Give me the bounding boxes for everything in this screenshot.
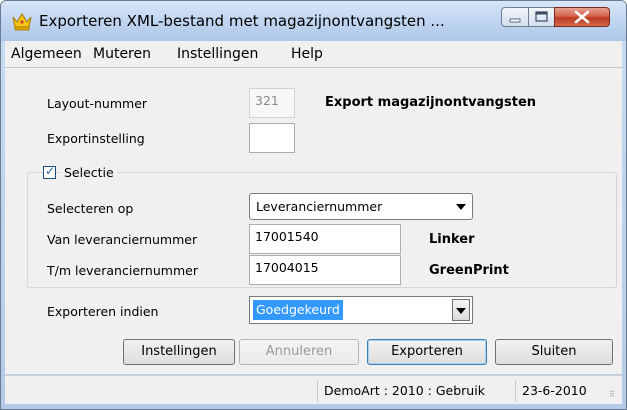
chevron-down-icon [456, 204, 466, 210]
menu-bar: Algemeen Muteren Instellingen Help [5, 41, 622, 68]
checkmark-icon: ✓ [45, 164, 56, 178]
from-supplier-label: Van leveranciernummer [47, 232, 198, 247]
close-window-button[interactable] [554, 7, 610, 27]
status-bar: DemoArt : 2010 : Gebruik 23-6-2010 ⠿ [5, 375, 622, 404]
menu-algemeen[interactable]: Algemeen [11, 46, 82, 62]
minimize-icon [509, 18, 521, 23]
select-on-value: Leveranciernummer [256, 199, 383, 214]
maximize-button[interactable] [528, 7, 555, 27]
export-if-dropdown[interactable]: Goedgekeurd [249, 296, 473, 324]
cancel-button[interactable]: Annuleren [239, 339, 359, 365]
select-on-label: Selecteren op [47, 201, 134, 216]
close-button[interactable]: Sluiten [495, 339, 613, 365]
chevron-down-icon [456, 308, 466, 314]
select-on-dropdown[interactable]: Leveranciernummer [249, 193, 473, 220]
layout-number-field: 321 [249, 88, 295, 118]
to-supplier-name: GreenPrint [429, 263, 509, 278]
layout-number-label: Layout-nummer [47, 96, 148, 111]
menu-muteren[interactable]: Muteren [93, 46, 151, 62]
resize-grip-icon[interactable]: ⠿ [609, 391, 619, 401]
menu-help[interactable]: Help [291, 46, 323, 62]
title-bar[interactable]: Exporteren XML-bestand met magazijnontva… [1, 1, 626, 41]
minimize-button[interactable] [501, 7, 529, 27]
export-window: Exporteren XML-bestand met magazijnontva… [0, 0, 627, 410]
export-setting-field[interactable] [249, 123, 295, 153]
to-supplier-label: T/m leveranciernummer [47, 263, 198, 278]
dropdown-button[interactable] [452, 299, 470, 321]
form-area: Layout-nummer 321 Export magazijnontvang… [5, 68, 622, 374]
layout-title: Export magazijnontvangsten [325, 95, 537, 110]
crown-icon [12, 13, 32, 31]
menu-instellingen[interactable]: Instellingen [177, 46, 258, 62]
selection-checkbox[interactable]: ✓ [43, 164, 56, 179]
export-button[interactable]: Exporteren [367, 339, 487, 365]
to-supplier-field[interactable]: 17004015 [249, 255, 401, 285]
status-context: DemoArt : 2010 : Gebruik [317, 380, 509, 402]
close-icon [574, 10, 590, 24]
status-date: 23-6-2010 [515, 380, 608, 402]
export-setting-label: Exportinstelling [47, 131, 145, 146]
from-supplier-field[interactable]: 17001540 [249, 224, 401, 254]
export-if-label: Exporteren indien [47, 304, 159, 319]
from-supplier-name: Linker [429, 232, 475, 247]
window-title: Exporteren XML-bestand met magazijnontva… [39, 12, 445, 30]
maximize-icon [535, 11, 548, 22]
settings-button[interactable]: Instellingen [123, 339, 235, 365]
selection-label: Selectie [61, 165, 117, 180]
export-if-value: Goedgekeurd [253, 300, 343, 320]
